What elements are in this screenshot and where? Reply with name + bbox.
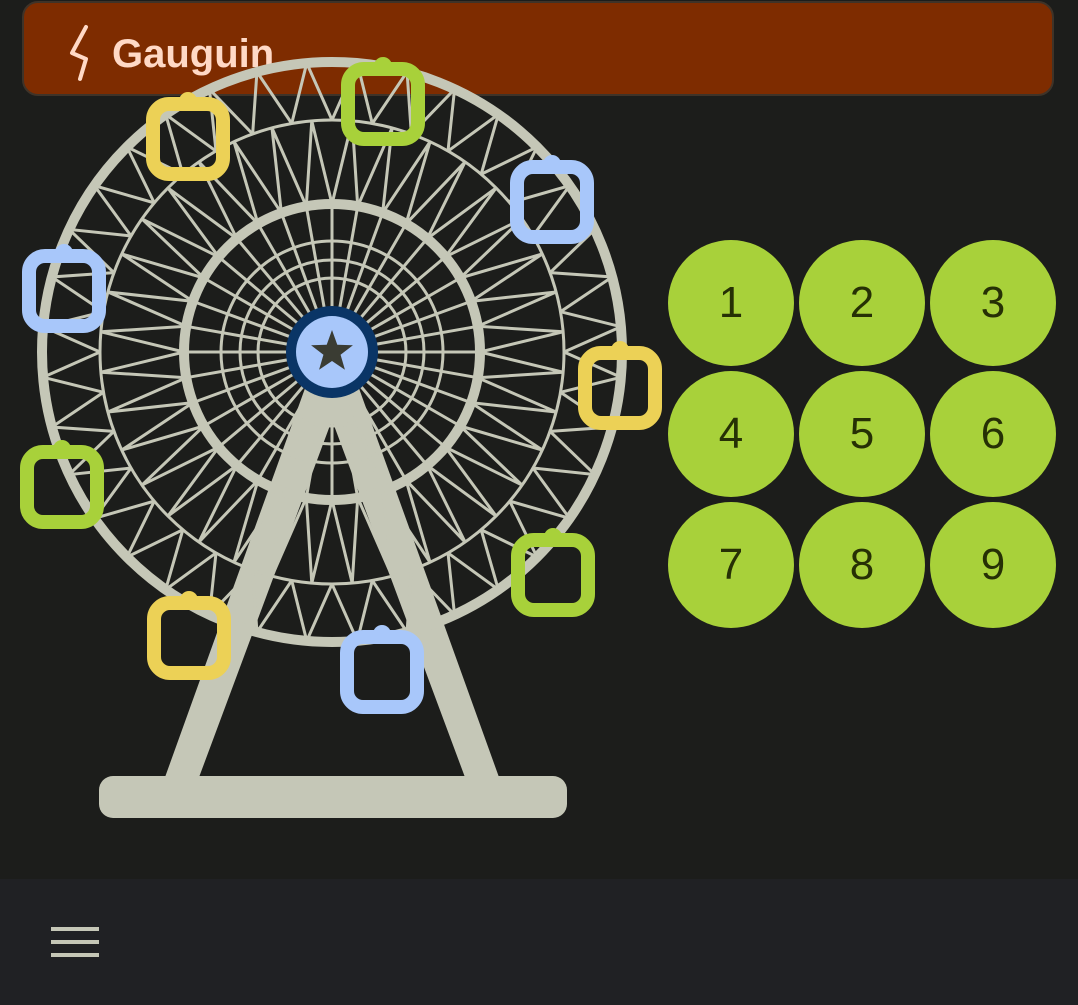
wheel-truss [304, 497, 334, 584]
key-8[interactable]: 8 [799, 502, 925, 628]
wheel-truss [290, 580, 334, 646]
gondola [146, 92, 230, 181]
ferris-wheel-hub [286, 306, 378, 398]
key-2[interactable]: 2 [799, 240, 925, 366]
wheel-truss [477, 350, 564, 380]
wheel-spoke [304, 205, 326, 309]
key-1[interactable]: 1 [668, 240, 794, 366]
key-6[interactable]: 6 [930, 371, 1056, 497]
menu-button[interactable] [44, 914, 106, 970]
key-4[interactable]: 4 [668, 371, 794, 497]
wheel-truss [447, 529, 501, 594]
wheel-spoke [185, 358, 289, 380]
gondola-cabin [340, 630, 424, 714]
wheel-truss [100, 324, 187, 354]
wheel-truss [477, 324, 564, 354]
bottom-app-bar [0, 879, 1078, 1005]
wheel-spoke [375, 358, 479, 380]
number-keypad: 1 2 3 4 5 6 7 8 9 [668, 240, 1060, 632]
ferris-wheel-base [99, 776, 567, 818]
wheel-truss [90, 183, 155, 237]
wheel-truss [107, 290, 194, 328]
wheel-truss [447, 110, 501, 175]
wheel-truss [107, 376, 194, 414]
ferris-wheel-frame [37, 57, 627, 818]
wheel-truss [509, 467, 574, 521]
key-5[interactable]: 5 [799, 371, 925, 497]
key-7[interactable]: 7 [668, 502, 794, 628]
gondola-cabin [511, 533, 595, 617]
wheel-truss [470, 376, 557, 414]
wheel-truss [270, 127, 308, 214]
menu-icon [51, 927, 99, 957]
wheel-spoke [338, 205, 360, 309]
wheel-truss [290, 58, 334, 124]
wheel-truss [100, 350, 187, 380]
key-9[interactable]: 9 [930, 502, 1056, 628]
wheel-truss [38, 350, 104, 394]
wheel-truss [330, 497, 360, 584]
wheel-truss [470, 290, 557, 328]
key-3[interactable]: 3 [930, 240, 1056, 366]
gondola [340, 625, 424, 714]
wheel-truss [560, 310, 626, 354]
wheel-truss [163, 529, 217, 594]
wheel-truss [304, 120, 334, 207]
wheel-truss [163, 110, 217, 175]
wheel-spoke [375, 324, 479, 346]
wheel-spoke [185, 324, 289, 346]
ferris-wheel-illustration [20, 57, 662, 818]
